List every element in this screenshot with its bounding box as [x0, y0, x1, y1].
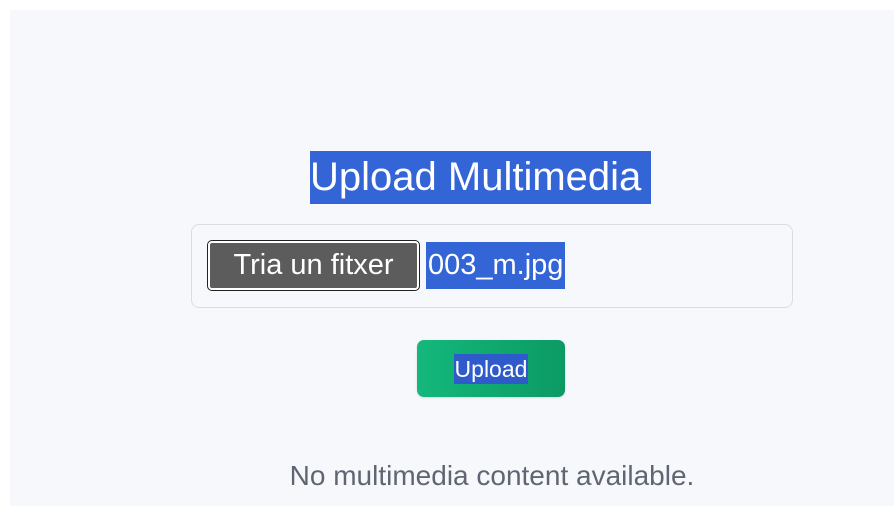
file-input-container[interactable]: Tria un fitxer 003_m.jpg [191, 224, 793, 308]
choose-file-button[interactable]: Tria un fitxer [207, 240, 420, 291]
page-title: Upload Multimedia [310, 151, 652, 204]
upload-button-label: Upload [453, 353, 529, 384]
selected-file-name: 003_m.jpg [426, 242, 566, 289]
page-container: Upload Multimedia Tria un fitxer 003_m.j… [10, 10, 894, 506]
upload-button[interactable]: Upload [417, 340, 565, 397]
empty-state-message: No multimedia content available. [289, 460, 695, 491]
